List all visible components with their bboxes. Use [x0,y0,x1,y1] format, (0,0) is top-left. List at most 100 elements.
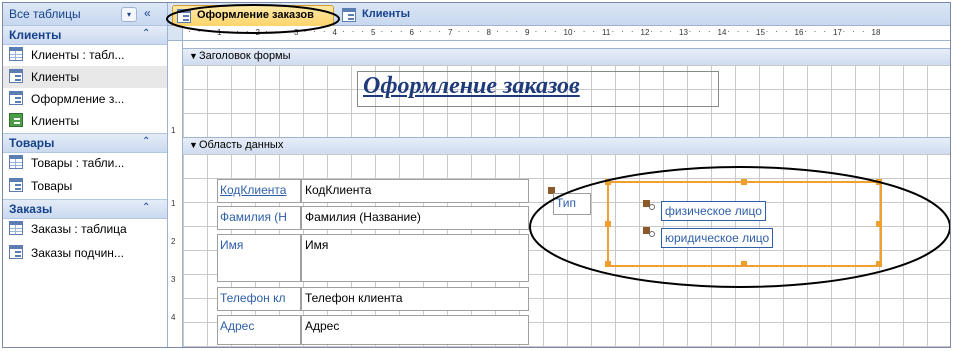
nav-group-label: Заказы [9,202,53,216]
option-group-frame[interactable]: физическое лицо юридическое лицо [605,179,882,267]
ruler-tick-mark: · [457,27,461,36]
ruler-tick-mark: · [630,27,634,36]
form-header-section-bar[interactable]: ▼ Заголовок формы [183,48,950,66]
nav-group-label: Клиенты [9,28,62,42]
ruler-tick-label: 2 [255,28,260,37]
table-icon [9,155,23,169]
report-icon [9,113,23,127]
ruler-tick-mark: · [707,27,711,36]
form-icon [9,178,23,192]
ruler-tick-mark: · [736,27,740,36]
nav-group-orders[interactable]: Заказы ⌃ [3,199,167,219]
resize-handle-icon[interactable] [605,261,611,267]
form-design-canvas[interactable]: ▼ Заголовок формы Оформление заказов ▼ О… [183,41,950,347]
nav-group-clients[interactable]: Клиенты ⌃ [3,25,167,45]
field-input-client-id[interactable]: КодКлиента [301,179,529,203]
ruler-tick-mark: · [390,27,393,36]
ruler-tick-mark: · [582,27,586,36]
ruler-tick-mark: · [611,27,615,36]
resize-handle-icon[interactable] [741,261,747,267]
nav-item-orders-form[interactable]: Оформление з... [3,88,167,110]
chevron-up-icon[interactable]: ⌃ [142,28,150,39]
ruler-tick-mark: · [784,27,788,36]
option-group-label[interactable]: Тип [553,193,591,215]
ruler-tick-mark: · [544,27,547,36]
ruler-tick-label: 1 [171,126,176,135]
resize-handle-icon[interactable] [605,221,611,227]
option-button-icon[interactable] [643,227,655,237]
nav-item-orders-table[interactable]: Заказы : таблица [3,218,167,240]
ruler-tick-mark: · [852,27,855,36]
option-label-individual[interactable]: физическое лицо [661,201,766,221]
field-label-client-id[interactable]: КодКлиента [217,179,301,203]
vertical-ruler[interactable]: 1 1 2 3 4 [168,41,183,347]
field-label-phone[interactable]: Телефон кл [217,287,301,311]
ruler-tick-label: 1 [171,199,176,208]
form-selector[interactable] [168,26,183,41]
chevron-down-icon[interactable]: ▾ [121,7,137,22]
field-input-phone[interactable]: Телефон клиента [301,287,529,311]
ruler-tick-label: 9 [525,28,530,37]
ruler-tick-label: 17 [833,28,842,37]
ruler-tick-mark: · [669,27,673,36]
form-title-label[interactable]: Оформление заказов [363,73,643,101]
option-button-icon[interactable] [643,200,655,210]
tab-clients-form[interactable]: Клиенты [338,5,428,25]
field-label-address[interactable]: Адрес [217,315,301,345]
horizontal-ruler[interactable]: 1 · · · 2 · · · 3 · · · 4 · · · 5 · · · 6 · · · 7 · · · 8 · · · 9 · · · 10 · ·… [183,26,950,41]
navigation-pane-title: Все таблицы [9,7,81,21]
resize-handle-icon[interactable] [876,261,882,267]
ruler-tick-mark: · [274,27,278,36]
ruler-tick-mark: · [399,27,403,36]
nav-item-label: Клиенты [31,70,80,84]
ruler-tick-mark: · [476,27,480,36]
nav-item-goods-table[interactable]: Товары : табли... [3,152,167,174]
resize-handle-icon[interactable] [605,179,611,185]
chevron-up-icon[interactable]: ⌃ [142,202,150,213]
resize-handle-icon[interactable] [876,179,882,185]
ruler-tick-mark: · [361,27,365,36]
ruler-tick-mark: · [265,27,268,36]
table-icon [9,47,23,61]
nav-group-label: Товары [9,136,55,150]
ruler-tick-mark: · [534,27,538,36]
resize-handle-icon[interactable] [741,179,747,185]
ruler-tick-label: 4 [332,28,337,37]
field-input-name[interactable]: Имя [301,234,529,282]
chevron-up-icon[interactable]: ⌃ [142,136,150,147]
nav-item-clients-form[interactable]: Клиенты [3,66,167,88]
ruler-tick-mark: · [592,27,596,36]
nav-item-clients-table[interactable]: Клиенты : табл... [3,44,167,66]
field-input-address[interactable]: Адрес [301,315,529,345]
navigation-pane-header[interactable]: Все таблицы ▾ « [3,3,167,26]
form-icon [177,9,191,23]
form-icon [342,8,356,22]
detail-section-bar[interactable]: ▼ Область данных [183,137,950,155]
field-input-surname[interactable]: Фамилия (Название) [301,206,529,230]
nav-group-goods[interactable]: Товары ⌃ [3,133,167,153]
ruler-tick-mark: · [698,27,701,36]
ruler-tick-label: 11 [602,28,611,37]
ruler-tick-label: 16 [794,28,804,37]
nav-item-clients-report[interactable]: Клиенты [3,110,167,132]
ruler-tick-mark: · [804,27,807,36]
ruler-tick-label: 12 [640,28,650,37]
collapse-pane-icon[interactable]: « [144,6,151,20]
nav-item-goods-form[interactable]: Товары [3,175,167,197]
nav-item-label: Клиенты : табл... [31,48,125,62]
table-icon [9,221,23,235]
form-icon [9,69,23,83]
ruler-tick-mark: · [515,27,519,36]
resize-handle-icon[interactable] [876,221,882,227]
ruler-tick-mark: · [573,27,576,36]
nav-item-orders-subform[interactable]: Заказы подчин... [3,242,167,264]
ruler-tick-mark: · [765,27,769,36]
ruler-tick-mark: · [284,27,288,36]
ruler-tick-label: 1 [217,28,222,37]
ruler-tick-mark: · [245,27,249,36]
field-label-name[interactable]: Имя [217,234,301,282]
field-label-surname[interactable]: Фамилия (Н [217,206,301,230]
ruler-tick-mark: · [775,27,778,36]
option-label-legal-entity[interactable]: юридическое лицо [661,228,774,248]
tab-orders-form[interactable]: Оформление заказов [172,5,334,26]
